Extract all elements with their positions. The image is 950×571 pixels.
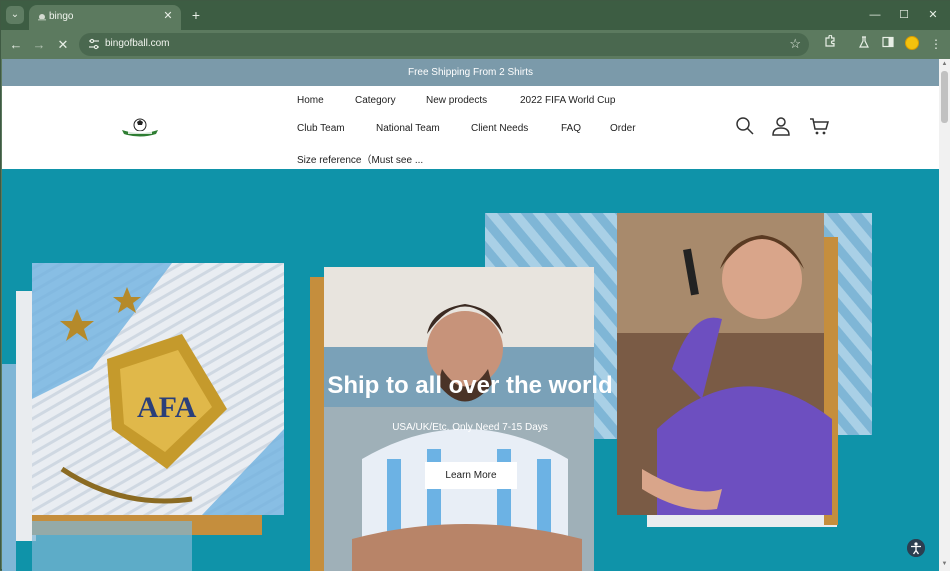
side-panel-icon[interactable]	[879, 35, 897, 53]
nav-new-products[interactable]: New prodects	[426, 95, 487, 106]
nav-club-team[interactable]: Club Team	[297, 123, 345, 134]
tab-search-button[interactable]: ⌄	[6, 6, 24, 24]
hero-subtitle: USA/UK/Etc. Only Need 7-15 Days	[392, 422, 548, 433]
tab-strip: ⌄ bingo ✕ + — ☐ ✕	[1, 1, 950, 30]
browser-window: ⌄ bingo ✕ + — ☐ ✕ ← → ✕ bingofball.com ☆	[0, 0, 950, 571]
scrollbar-thumb[interactable]	[941, 71, 948, 123]
nav-category[interactable]: Category	[355, 95, 396, 106]
profile-avatar[interactable]	[905, 36, 919, 50]
hero-banner: AFA Ship to all over the world USA/UK/Et…	[2, 169, 939, 571]
scroll-down-arrow[interactable]: ▼	[941, 561, 948, 569]
hero-artwork: AFA	[2, 213, 872, 571]
active-tab[interactable]: bingo ✕	[29, 5, 181, 30]
nav-size-reference[interactable]: Size reference（Must see ...	[297, 151, 423, 166]
site-logo[interactable]	[120, 116, 160, 138]
nav-faq[interactable]: FAQ	[561, 123, 581, 134]
nav-client-needs[interactable]: Client Needs	[471, 123, 528, 134]
labs-flask-icon[interactable]	[855, 35, 873, 53]
browser-toolbar: ← → ✕ bingofball.com ☆ ⋮	[1, 30, 950, 59]
cart-icon[interactable]	[808, 115, 830, 137]
url-text: bingofball.com	[105, 38, 170, 49]
site-info-icon[interactable]	[87, 37, 101, 51]
learn-more-button[interactable]: Learn More	[425, 462, 517, 489]
bookmark-star-icon[interactable]: ☆	[789, 36, 801, 52]
site-header: Home Category New prodects 2022 FIFA Wor…	[2, 86, 939, 169]
page-scrollbar[interactable]: ▲ ▼	[939, 59, 950, 571]
minimize-button[interactable]: —	[861, 6, 889, 24]
search-icon[interactable]	[734, 115, 756, 137]
maximize-button[interactable]: ☐	[890, 6, 918, 24]
forward-button[interactable]: →	[29, 35, 49, 55]
new-tab-button[interactable]: +	[187, 6, 205, 24]
announcement-bar: Free Shipping From 2 Shirts	[2, 59, 939, 86]
extensions-icon[interactable]	[821, 34, 839, 53]
scroll-up-arrow[interactable]: ▲	[941, 61, 948, 69]
nav-world-cup[interactable]: 2022 FIFA World Cup	[520, 95, 615, 106]
close-window-button[interactable]: ✕	[919, 6, 947, 24]
stop-loading-button[interactable]: ✕	[53, 35, 73, 55]
page-viewport: Free Shipping From 2 Shirts Home Categor…	[2, 59, 939, 571]
tab-close-icon[interactable]: ✕	[161, 9, 175, 23]
tab-title: bingo	[49, 11, 74, 22]
nav-home[interactable]: Home	[297, 95, 324, 106]
hero-title: Ship to all over the world	[327, 372, 613, 399]
nav-order[interactable]: Order	[610, 123, 636, 134]
address-bar[interactable]: bingofball.com ☆	[79, 33, 809, 56]
back-button[interactable]: ←	[6, 35, 26, 55]
site-favicon-icon	[38, 14, 46, 21]
svg-text:AFA: AFA	[137, 391, 197, 424]
accessibility-icon[interactable]	[907, 539, 925, 557]
nav-national-team[interactable]: National Team	[376, 123, 440, 134]
user-icon[interactable]	[770, 115, 792, 137]
browser-menu-icon[interactable]: ⋮	[927, 35, 945, 53]
